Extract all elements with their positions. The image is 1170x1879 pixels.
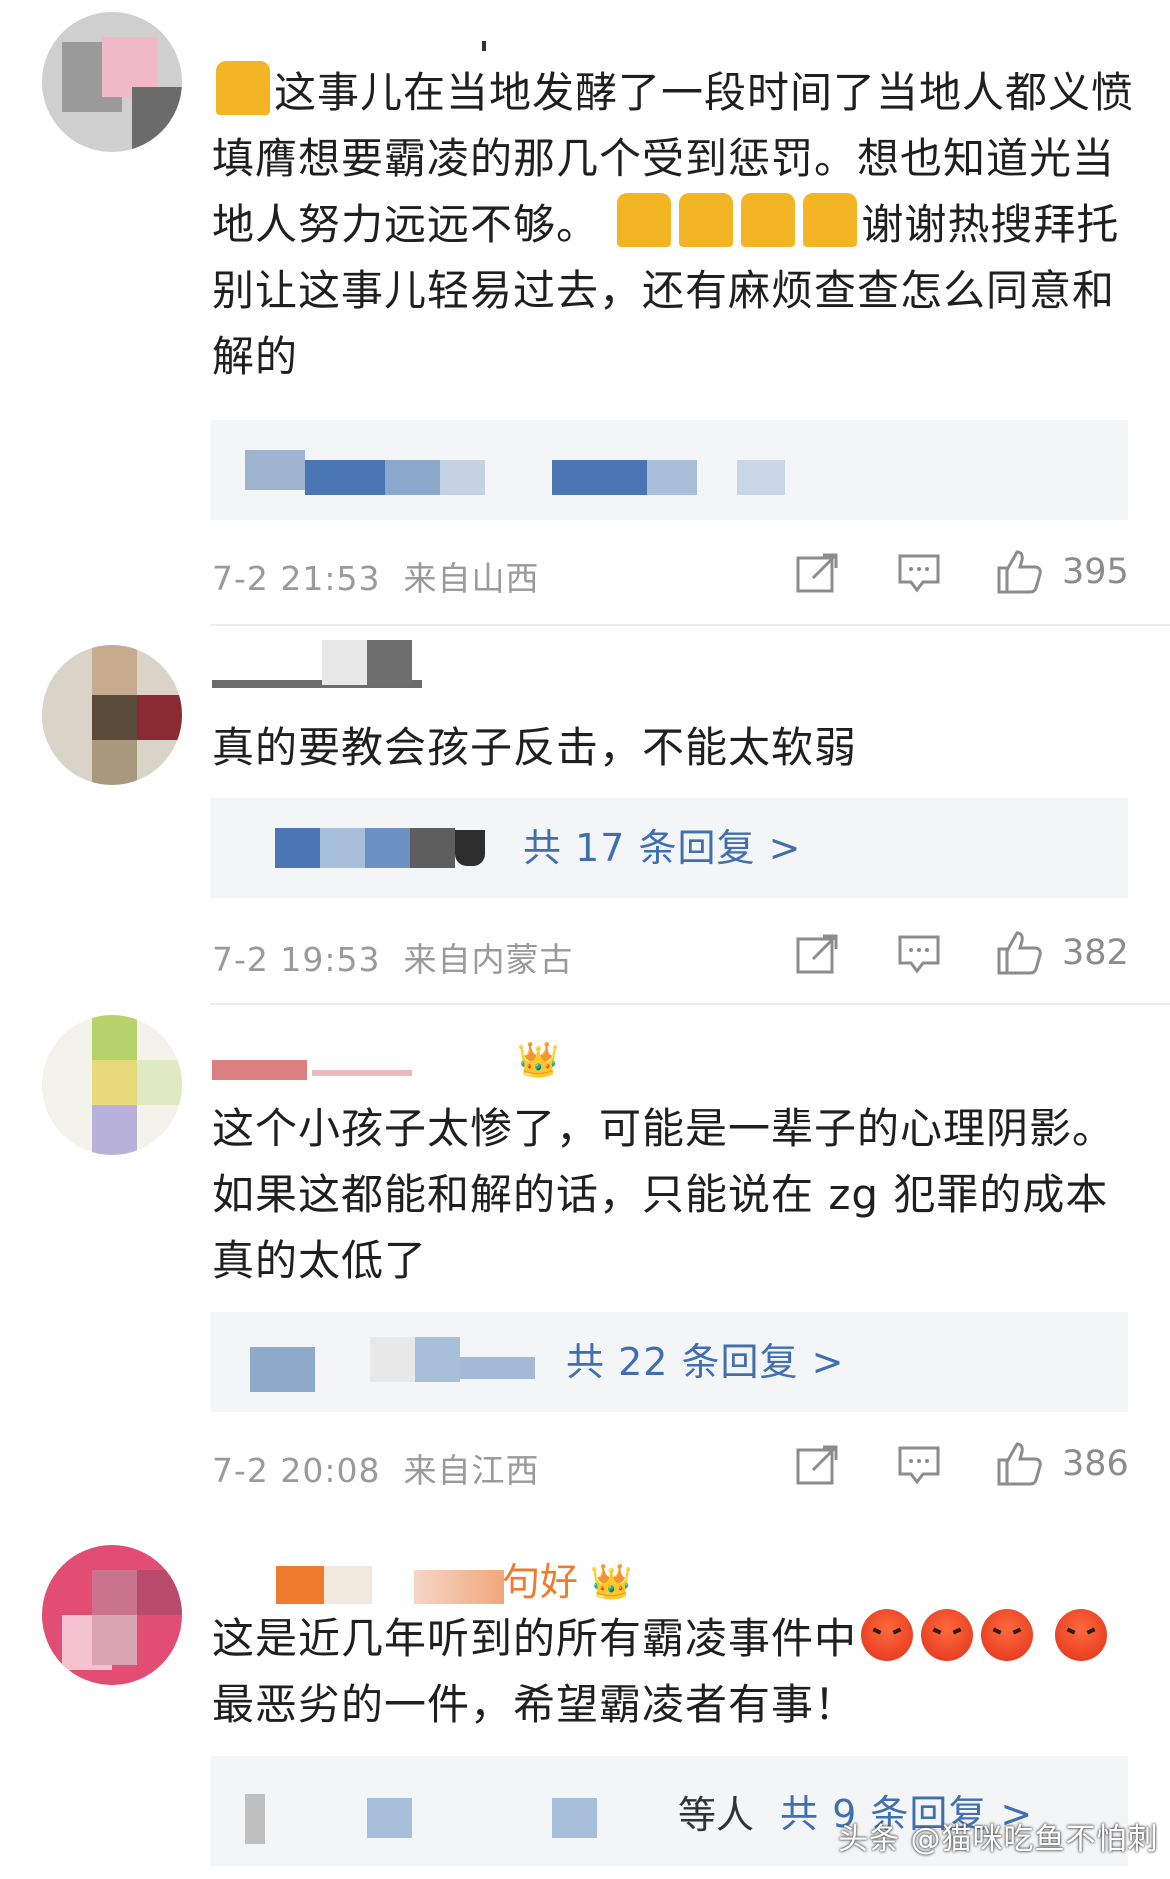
thumbs-up-icon[interactable]: [995, 929, 1043, 981]
divider: [210, 1003, 1170, 1005]
comment-time: 7-2 21:53: [212, 559, 381, 598]
pray-emoji: [679, 193, 734, 247]
reply-preview[interactable]: [210, 420, 1128, 520]
like-count: 386: [1062, 1444, 1129, 1484]
comment-icon[interactable]: [897, 552, 941, 598]
comment-meta: 7-2 19:53 来自内蒙古: [212, 933, 573, 981]
share-icon[interactable]: [795, 552, 839, 598]
thumbs-up-icon[interactable]: [995, 1440, 1043, 1492]
thumbs-up-icon[interactable]: [995, 548, 1043, 600]
avatar[interactable]: [42, 1015, 182, 1155]
reply-preview[interactable]: 共 17 条回复 >: [210, 798, 1128, 898]
reply-partial-text: 等人: [678, 1793, 755, 1837]
comment-text-tail: 最恶劣的一件，希望霸凌者有事！: [212, 1680, 858, 1729]
comment-text: 这个小孩子太惨了，可能是一辈子的心理阴影。如果这都能和解的话，只能说在 zg 犯…: [212, 1104, 1116, 1285]
comment-location: 来自江西: [403, 1451, 540, 1490]
angry-emoji: [921, 1609, 974, 1661]
username-partial: 句好: [502, 1560, 579, 1604]
pray-emoji: [617, 193, 672, 247]
angry-emoji: [981, 1609, 1034, 1661]
comment-icon[interactable]: [897, 1444, 941, 1490]
angry-emoji: [861, 1609, 914, 1661]
reply-preview[interactable]: 共 22 条回复 >: [210, 1312, 1128, 1412]
username-redacted[interactable]: 句好 👑: [212, 1558, 632, 1608]
pray-emoji: [741, 193, 796, 247]
comment-text: 真的要教会孩子反击，不能太软弱: [212, 723, 858, 772]
share-icon[interactable]: [795, 933, 839, 979]
like-count: 382: [1062, 933, 1129, 973]
username-redacted[interactable]: [212, 640, 442, 690]
divider: [210, 624, 1170, 626]
comments-screen: { "comments": [ { "text_before_emoji": "…: [0, 0, 1170, 1879]
pray-emoji: [216, 61, 270, 115]
like-count: 395: [1062, 552, 1129, 592]
comment-time: 7-2 19:53: [212, 940, 381, 979]
crown-badge-icon: 👑: [517, 1040, 560, 1080]
comment-time: 7-2 20:08: [212, 1451, 381, 1490]
username-redacted[interactable]: 👑: [212, 1040, 559, 1090]
view-replies-link[interactable]: 共 17 条回复 >: [523, 798, 801, 898]
view-replies-link[interactable]: 共 22 条回复 >: [566, 1312, 844, 1412]
comment-icon[interactable]: [897, 933, 941, 979]
avatar[interactable]: [42, 12, 182, 152]
angry-emoji: [1055, 1609, 1108, 1661]
watermark: 头条 @猫咪吃鱼不怕刺: [838, 1822, 1159, 1857]
pray-emoji: [803, 193, 858, 247]
comment-text-main: 这是近几年听到的所有霸凌事件中: [212, 1614, 858, 1663]
comment-text: 这是近几年听到的所有霸凌事件中 最恶劣的一件，希望霸凌者有事！: [212, 1606, 1137, 1738]
comment-meta: 7-2 21:53 来自山西: [212, 552, 539, 600]
comment-location: 来自内蒙古: [403, 940, 574, 979]
comment-text: 这事儿在当地发酵了一段时间了当地人都义愤填膺想要霸凌的那几个受到惩罚。想也知道光…: [212, 60, 1137, 390]
avatar[interactable]: [42, 645, 182, 785]
crown-badge-icon: 👑: [590, 1562, 633, 1602]
share-icon[interactable]: [795, 1444, 839, 1490]
comment-meta: 7-2 20:08 来自江西: [212, 1444, 539, 1492]
avatar[interactable]: [42, 1545, 182, 1685]
comment-location: 来自山西: [403, 559, 540, 598]
